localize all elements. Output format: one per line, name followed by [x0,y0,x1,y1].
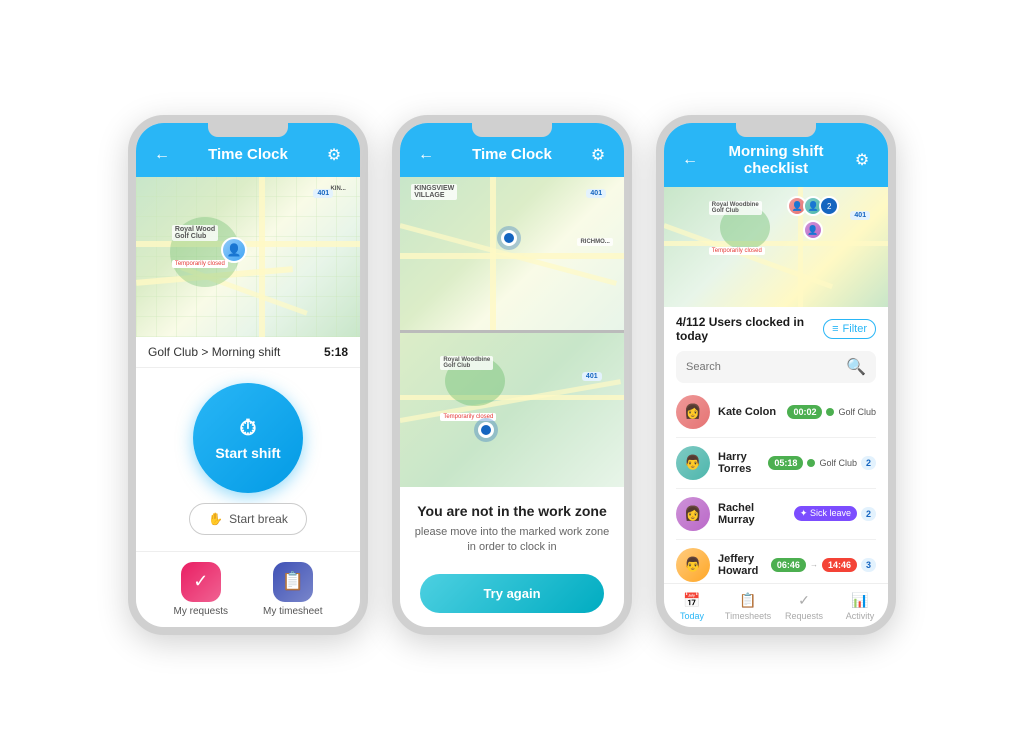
phone-notch-2 [472,123,552,137]
work-zone-subtitle: please move into the marked work zone in… [414,525,610,556]
nav-activity[interactable]: 📊 Activity [832,584,888,627]
work-zone-title: You are not in the work zone [414,503,610,519]
nav-activity-label: Activity [846,611,875,621]
settings-icon-3[interactable]: ⚙ [850,148,874,172]
user-row-harry[interactable]: 👨 Harry Torres 05:18 Golf Club 2 [676,438,876,489]
location-kate: Golf Club [838,407,876,417]
users-header: 4/112 Users clocked in today ≡ Filter [664,307,888,347]
nav-today-label: Today [680,611,704,621]
search-icon: 🔍 [846,357,866,377]
user-name-jeffery: Jeffery Howard [718,553,763,577]
map-area-3: Royal WoodbineGolf Club Temporarily clos… [664,187,888,307]
filter-icon: ≡ [832,323,838,335]
search-box[interactable]: 🔍 [676,351,876,383]
phone-content-2: KINGSVIEWVILLAGE RICHMO... 401 Royal Woo… [400,177,624,627]
header-title-3: Morning shift checklist [702,143,850,177]
settings-icon-2[interactable]: ⚙ [586,143,610,167]
dot-harry [807,459,815,467]
count-harry: 2 [861,456,876,470]
phone-content-1: Royal WoodGolf Club Temporarily closed K… [136,177,360,627]
timesheet-label: My timesheet [263,606,322,617]
start-shift-label: Start shift [215,445,280,461]
map-top: KINGSVIEWVILLAGE RICHMO... 401 [400,177,624,331]
nav-requests-icon: ✓ [798,592,810,609]
badges-harry: 05:18 Golf Club 2 [768,456,876,470]
timesheet-icon: 📋 [273,562,313,602]
bottom-nav: 📅 Today 📋 Timesheets ✓ Requests 📊 Activi… [664,583,888,627]
user-name-kate: Kate Colon [718,406,779,418]
time-badge-jeffery1: 06:46 [771,558,806,572]
requests-label: My requests [174,606,228,617]
location-harry: Golf Club [819,458,857,468]
my-requests-item[interactable]: ✓ My requests [174,562,228,617]
count-rachel: 2 [861,507,876,521]
map-split: KINGSVIEWVILLAGE RICHMO... 401 Royal Woo… [400,177,624,487]
sick-badge-rachel: ✦ Sick leave [794,506,857,521]
nav-activity-icon: 📊 [851,592,868,609]
requests-icon: ✓ [181,562,221,602]
user-row-rachel[interactable]: 👩 Rachel Murray ✦ Sick leave 2 [676,489,876,540]
time-badge-harry: 05:18 [768,456,803,470]
filter-label: Filter [843,323,867,335]
back-icon-1[interactable]: ← [150,143,174,167]
badges-rachel: ✦ Sick leave 2 [794,506,876,521]
nav-timesheets-icon: 📋 [739,592,756,609]
user-name-rachel: Rachel Murray [718,502,786,526]
shift-location: Golf Club > Morning shift [148,345,280,359]
avatar-kate: 👩 [676,395,710,429]
settings-icon-1[interactable]: ⚙ [322,143,346,167]
start-break-label: Start break [229,512,288,526]
badges-jeffery: 06:46 → 14:46 3 [771,558,876,572]
filter-button[interactable]: ≡ Filter [823,319,876,339]
avatar-rachel: 👩 [676,497,710,531]
user-list: 👩 Kate Colon 00:02 Golf Club 👨 Harry Tor… [664,387,888,583]
shift-bar: Golf Club > Morning shift 5:18 [136,337,360,368]
header-title-2: Time Clock [438,146,586,163]
header-title-1: Time Clock [174,146,322,163]
count-jeffery: 3 [861,558,876,572]
nav-today-icon: 📅 [683,592,700,609]
start-break-button[interactable]: ✋ Start break [189,503,307,535]
nav-timesheets-label: Timesheets [725,611,771,621]
avatar-jeffery: 👨 [676,548,710,582]
scene: ← Time Clock ⚙ Royal WoodGolf Club Tempo… [0,0,1024,749]
break-icon: ✋ [208,512,223,526]
nav-timesheets[interactable]: 📋 Timesheets [720,584,776,627]
map-bottom: Royal WoodbineGolf Club Temporarily clos… [400,333,624,487]
user-row-jeffery[interactable]: 👨 Jeffery Howard 06:46 → 14:46 3 [676,540,876,583]
work-zone-message: You are not in the work zone please move… [400,487,624,566]
phone-checklist: ← Morning shift checklist ⚙ Royal Woodbi… [656,115,896,635]
phone-timeclock-2: ← Time Clock ⚙ KINGSVIEWVILLAGE RICHMO..… [392,115,632,635]
user-row-kate[interactable]: 👩 Kate Colon 00:02 Golf Club [676,387,876,438]
map-area-1: Royal WoodGolf Club Temporarily closed K… [136,177,360,337]
badges-kate: 00:02 Golf Club [787,405,876,419]
nav-requests-label: Requests [785,611,823,621]
back-icon-2[interactable]: ← [414,143,438,167]
nav-requests[interactable]: ✓ Requests [776,584,832,627]
search-input[interactable] [686,361,840,373]
shift-time: 5:18 [324,345,348,359]
my-timesheet-item[interactable]: 📋 My timesheet [263,562,322,617]
shift-timer-icon: ⏱ [239,415,256,441]
user-name-harry: Harry Torres [718,451,760,475]
users-count: 4/112 Users clocked in today [676,315,823,343]
time-badge-jeffery2: 14:46 [822,558,857,572]
start-shift-button[interactable]: ⏱ Start shift [193,383,303,493]
phone-timeclock-1: ← Time Clock ⚙ Royal WoodGolf Club Tempo… [128,115,368,635]
bottom-icons: ✓ My requests 📋 My timesheet [136,551,360,627]
nav-today[interactable]: 📅 Today [664,584,720,627]
try-again-button[interactable]: Try again [420,574,604,613]
phone-notch-1 [208,123,288,137]
dot-kate [826,408,834,416]
back-icon-3[interactable]: ← [678,148,702,172]
time-badge-kate: 00:02 [787,405,822,419]
phone-notch-3 [736,123,816,137]
avatar-harry: 👨 [676,446,710,480]
start-shift-section: ⏱ Start shift ✋ Start break [136,368,360,551]
phone-content-3: Royal WoodbineGolf Club Temporarily clos… [664,187,888,627]
